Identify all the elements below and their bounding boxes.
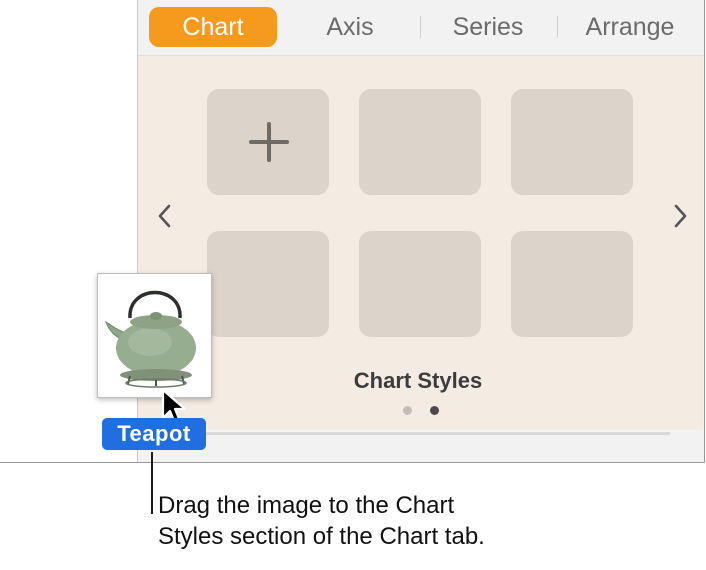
tab-chart[interactable]: Chart <box>149 7 277 47</box>
chevron-right-icon[interactable] <box>671 202 689 230</box>
tab-separator <box>420 16 421 38</box>
tab-arrange[interactable]: Arrange <box>566 7 694 47</box>
add-chart-style-button[interactable] <box>207 89 329 195</box>
chart-style-tile[interactable] <box>511 89 633 195</box>
chart-styles-panel: Chart Styles <box>138 56 703 430</box>
chart-style-tile[interactable] <box>207 231 329 337</box>
tab-series[interactable]: Series <box>428 7 548 47</box>
chart-style-tile[interactable] <box>359 89 481 195</box>
page-dot-1[interactable] <box>403 406 412 415</box>
chart-styles-label: Chart Styles <box>353 368 483 393</box>
tab-axis[interactable]: Axis <box>290 7 410 47</box>
inspector-tab-bar: Chart Axis Series Arrange <box>138 0 704 56</box>
chart-style-tile[interactable] <box>359 231 481 337</box>
tab-separator <box>557 16 558 38</box>
figure: Chart Axis Series Arrange Chart Styles T… <box>0 0 706 570</box>
callout-text: Drag the image to the Chart Styles secti… <box>158 492 485 550</box>
chevron-left-icon[interactable] <box>156 202 174 230</box>
page-dot-2-current[interactable] <box>430 406 439 415</box>
drag-label: Teapot <box>102 418 206 450</box>
teapot-image[interactable] <box>97 273 212 398</box>
format-inspector: Chart Axis Series Arrange Chart Styles <box>137 0 704 462</box>
divider <box>200 432 670 435</box>
callout-leader-line <box>151 452 153 514</box>
chart-style-tile[interactable] <box>511 231 633 337</box>
